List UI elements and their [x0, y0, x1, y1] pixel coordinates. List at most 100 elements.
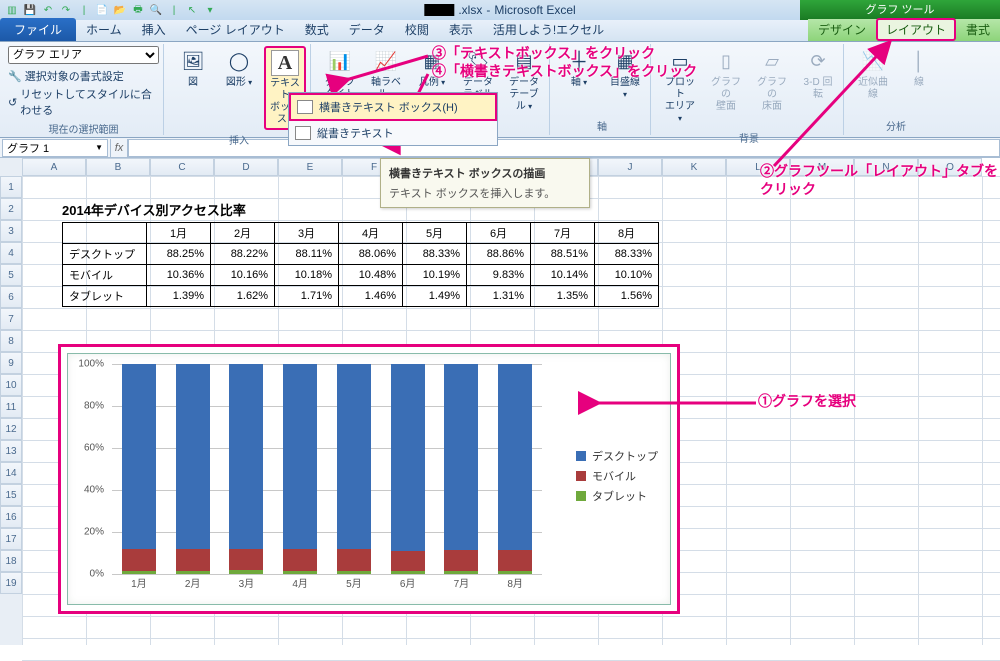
row-header[interactable]: 7: [0, 308, 22, 330]
bar-segment[interactable]: [176, 549, 210, 570]
bar-column[interactable]: [283, 364, 317, 574]
bar-segment[interactable]: [391, 364, 425, 551]
undo-icon[interactable]: ↶: [40, 2, 56, 18]
bar-segment[interactable]: [391, 571, 425, 574]
tab-formulas[interactable]: 数式: [295, 18, 339, 41]
column-header[interactable]: A: [22, 158, 86, 176]
group-label-analysis: 分析: [852, 116, 940, 133]
bar-segment[interactable]: [176, 571, 210, 574]
qat-more-icon[interactable]: ▾: [202, 2, 218, 18]
column-header[interactable]: B: [86, 158, 150, 176]
row-header[interactable]: 5: [0, 264, 22, 286]
column-header[interactable]: D: [214, 158, 278, 176]
row-header[interactable]: 9: [0, 352, 22, 374]
bar-column[interactable]: [122, 364, 156, 574]
cursor-icon[interactable]: ↖: [184, 2, 200, 18]
row-header[interactable]: 8: [0, 330, 22, 352]
bar-segment[interactable]: [283, 364, 317, 549]
bar-segment[interactable]: [176, 364, 210, 549]
row-header[interactable]: 11: [0, 396, 22, 418]
tab-view[interactable]: 表示: [439, 18, 483, 41]
bar-segment[interactable]: [444, 571, 478, 574]
format-selection-button[interactable]: 🔧選択対象の書式設定: [8, 67, 159, 85]
print-icon[interactable]: 🖶: [130, 2, 146, 18]
bar-column[interactable]: [337, 364, 371, 574]
bar-segment[interactable]: [498, 550, 532, 571]
tab-home[interactable]: ホーム: [76, 18, 132, 41]
bar-segment[interactable]: [337, 364, 371, 549]
row-header[interactable]: 17: [0, 528, 22, 550]
tab-layout[interactable]: レイアウト: [876, 18, 956, 41]
chevron-down-icon[interactable]: ▼: [95, 143, 103, 152]
legend-item[interactable]: デスクトップ: [576, 448, 658, 464]
bar-segment[interactable]: [444, 550, 478, 571]
row-header[interactable]: 2: [0, 198, 22, 220]
column-header[interactable]: E: [278, 158, 342, 176]
row-header[interactable]: 6: [0, 286, 22, 308]
horizontal-textbox-item[interactable]: 横書きテキスト ボックス(H): [289, 93, 497, 121]
row-header[interactable]: 1: [0, 176, 22, 198]
row-header[interactable]: 10: [0, 374, 22, 396]
row-header[interactable]: 4: [0, 242, 22, 264]
bar-segment[interactable]: [498, 571, 532, 574]
bar-column[interactable]: [229, 364, 263, 574]
bar-segment[interactable]: [498, 364, 532, 549]
row-header[interactable]: 18: [0, 550, 22, 572]
legend-item[interactable]: モバイル: [576, 468, 658, 484]
excel-icon: ▥: [4, 2, 20, 18]
bar-segment[interactable]: [122, 364, 156, 549]
bar-column[interactable]: [498, 364, 532, 574]
plot-area-button[interactable]: ▭プロット エリア: [659, 46, 701, 128]
row-header[interactable]: 15: [0, 484, 22, 506]
bar-column[interactable]: [444, 364, 478, 574]
column-header[interactable]: J: [598, 158, 662, 176]
fx-icon[interactable]: fx: [110, 139, 128, 157]
tab-page-layout[interactable]: ページ レイアウト: [176, 18, 295, 41]
legend-item[interactable]: タブレット: [576, 488, 658, 504]
tab-review[interactable]: 校閲: [395, 18, 439, 41]
shapes-button[interactable]: ◯図形: [218, 46, 260, 92]
bar-column[interactable]: [391, 364, 425, 574]
open-icon[interactable]: 📂: [112, 2, 128, 18]
tab-data[interactable]: データ: [339, 18, 395, 41]
tab-insert[interactable]: 挿入: [132, 18, 176, 41]
bar-segment[interactable]: [283, 549, 317, 571]
bar-segment[interactable]: [444, 364, 478, 550]
bar-segment[interactable]: [283, 571, 317, 574]
chart-element-dropdown[interactable]: グラフ エリア: [8, 46, 159, 64]
name-box[interactable]: グラフ 1▼: [2, 139, 108, 157]
tab-addon[interactable]: 活用しよう!エクセル: [483, 18, 614, 41]
bar-segment[interactable]: [391, 551, 425, 572]
redo-icon[interactable]: ↷: [58, 2, 74, 18]
bar-segment[interactable]: [122, 549, 156, 571]
row-header[interactable]: 16: [0, 506, 22, 528]
bar-segment[interactable]: [337, 549, 371, 570]
tab-file[interactable]: ファイル: [0, 18, 76, 41]
picture-button[interactable]: 🖼図: [172, 46, 214, 92]
vertical-textbox-item[interactable]: 縦書きテキスト: [289, 121, 497, 145]
tab-format[interactable]: 書式: [956, 18, 1000, 41]
chart-area[interactable]: 0%20%40%60%80%100% 1月2月3月4月5月6月7月8月 デスクト…: [67, 353, 671, 605]
row-header[interactable]: 3: [0, 220, 22, 242]
tab-design[interactable]: デザイン: [808, 18, 876, 41]
row-header[interactable]: 19: [0, 572, 22, 594]
row-header[interactable]: 13: [0, 440, 22, 462]
bar-column[interactable]: [176, 364, 210, 574]
save-icon[interactable]: 💾: [22, 2, 38, 18]
plot-area[interactable]: [112, 364, 542, 574]
preview-icon[interactable]: 🔍: [148, 2, 164, 18]
bar-segment[interactable]: [337, 571, 371, 574]
row-header[interactable]: 14: [0, 462, 22, 484]
bar-segment[interactable]: [229, 570, 263, 574]
bar-segment[interactable]: [229, 549, 263, 570]
chart-object[interactable]: 0%20%40%60%80%100% 1月2月3月4月5月6月7月8月 デスクト…: [58, 344, 680, 614]
bar-segment[interactable]: [229, 364, 263, 549]
column-header[interactable]: K: [662, 158, 726, 176]
column-header[interactable]: C: [150, 158, 214, 176]
new-icon[interactable]: 📄: [94, 2, 110, 18]
row-header[interactable]: 12: [0, 418, 22, 440]
legend-label: タブレット: [592, 488, 647, 504]
reset-style-button[interactable]: ↺リセットしてスタイルに合わせる: [8, 85, 159, 119]
bar-segment[interactable]: [122, 571, 156, 574]
legend[interactable]: デスクトップモバイルタブレット: [576, 444, 658, 508]
